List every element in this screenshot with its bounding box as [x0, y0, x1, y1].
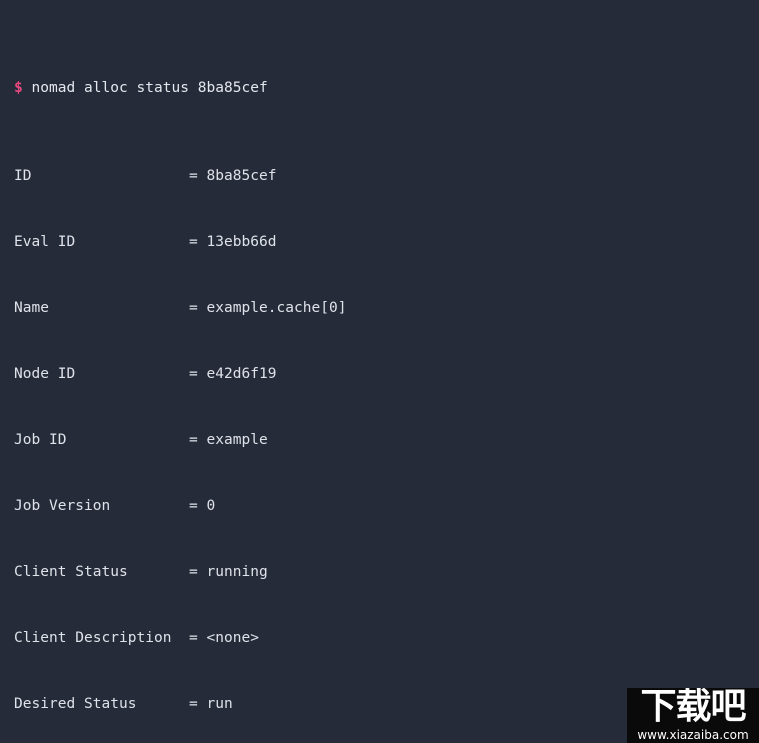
- field-desired-status: Desired Status = run: [14, 696, 233, 712]
- prompt-symbol: $: [14, 80, 23, 96]
- watermark-url-text: www.xiazaiba.com: [637, 728, 749, 742]
- field-job-id: Job ID = example: [14, 432, 268, 448]
- command-text: nomad alloc status 8ba85cef: [22, 80, 268, 96]
- field-node-id: Node ID = e42d6f19: [14, 366, 277, 382]
- field-job-version: Job Version = 0: [14, 498, 216, 514]
- watermark: 下载吧 www.xiazaiba.com: [627, 688, 759, 743]
- command-prompt-line: $ nomad alloc status 8ba85cef: [14, 77, 591, 99]
- watermark-logo-text: 下载吧: [640, 688, 746, 727]
- field-client-description: Client Description = <none>: [14, 630, 259, 646]
- terminal-output[interactable]: $ nomad alloc status 8ba85cef ID = 8ba85…: [14, 11, 591, 743]
- field-name: Name = example.cache[0]: [14, 300, 347, 316]
- field-id: ID = 8ba85cef: [14, 168, 277, 184]
- terminal-window: $ nomad alloc status 8ba85cef ID = 8ba85…: [0, 0, 759, 743]
- field-eval-id: Eval ID = 13ebb66d: [14, 234, 277, 250]
- field-client-status: Client Status = running: [14, 564, 268, 580]
